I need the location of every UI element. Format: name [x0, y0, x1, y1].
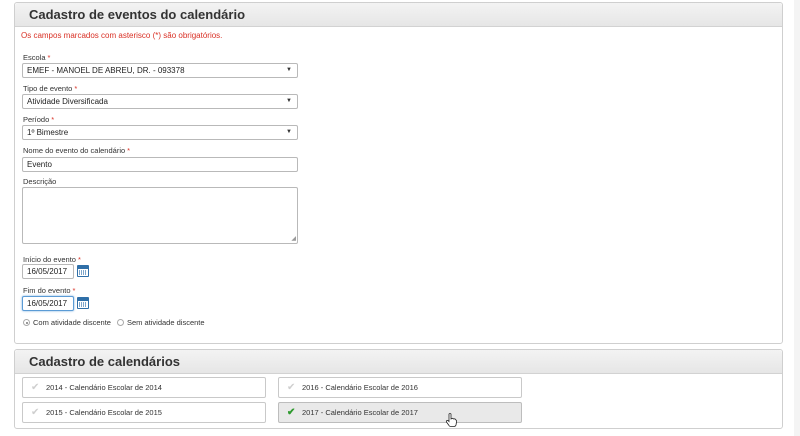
checkmark-icon: ✔ [287, 382, 296, 393]
panel-title: Cadastro de eventos do calendário [15, 3, 782, 27]
dropdown-arrow-icon: ▼ [286, 67, 292, 73]
descricao-label: Descrição [23, 177, 57, 186]
calendar-item-2016[interactable]: ✔ 2016 - Calendário Escolar de 2016 [278, 377, 522, 398]
panel-title: Cadastro de calendários [15, 350, 782, 374]
dropdown-arrow-icon: ▼ [286, 98, 292, 104]
periodo-select[interactable]: 1º Bimestre ▼ [22, 125, 298, 140]
inicio-evento-label: Início do evento * [23, 255, 81, 264]
descricao-textarea[interactable]: ◢ [22, 187, 298, 244]
nome-evento-input[interactable]: Evento [22, 157, 298, 172]
event-form-panel: Cadastro de eventos do calendário [14, 2, 783, 344]
radio-sem-atividade[interactable]: Sem atividade discente [117, 318, 205, 327]
checkmark-icon: ✔ [31, 407, 40, 418]
calendar-item-2015[interactable]: ✔ 2015 - Calendário Escolar de 2015 [22, 402, 266, 423]
radio-com-atividade[interactable]: Com atividade discente [23, 318, 111, 327]
fim-evento-label: Fim do evento * [23, 286, 76, 295]
dropdown-arrow-icon: ▼ [286, 129, 292, 135]
tipo-evento-label: Tipo de evento * [23, 84, 78, 93]
calendar-icon[interactable] [77, 265, 89, 277]
calendar-item-2014[interactable]: ✔ 2014 - Calendário Escolar de 2014 [22, 377, 266, 398]
inicio-evento-input[interactable]: 16/05/2017 [22, 264, 74, 279]
radio-icon[interactable] [117, 319, 124, 326]
radio-icon[interactable] [23, 319, 30, 326]
periodo-label: Período * [23, 115, 55, 124]
resize-grip-icon[interactable]: ◢ [291, 236, 296, 242]
tipo-evento-select[interactable]: Atividade Diversificada ▼ [22, 94, 298, 109]
calendar-icon[interactable] [77, 297, 89, 309]
hand-cursor-icon [445, 413, 457, 427]
nome-evento-label: Nome do evento do calendário * [23, 146, 131, 155]
escola-label: Escola * [23, 53, 51, 62]
checkmark-icon: ✔ [287, 407, 296, 418]
page-scrollbar[interactable] [794, 0, 800, 436]
calendar-item-2017[interactable]: ✔ 2017 - Calendário Escolar de 2017 [278, 402, 522, 423]
required-fields-note: Os campos marcados com asterisco (*) são… [21, 31, 223, 40]
fim-evento-input[interactable]: 16/05/2017 [22, 296, 74, 311]
escola-select[interactable]: EMEF - MANOEL DE ABREU, DR. - 093378 ▼ [22, 63, 298, 78]
checkmark-icon: ✔ [31, 382, 40, 393]
